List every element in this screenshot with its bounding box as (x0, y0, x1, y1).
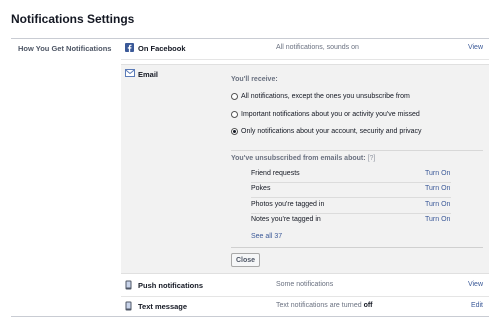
text-message-edit-link[interactable]: Edit (471, 302, 483, 309)
email-option-account-only[interactable]: Only notifications about your account, s… (231, 128, 422, 135)
email-option-all[interactable]: All notifications, except the ones you u… (231, 93, 410, 100)
unsubscribed-item-name: Photos you're tagged in (251, 201, 325, 208)
divider (11, 316, 489, 317)
divider (251, 197, 451, 198)
push-row-title: Push notifications (138, 281, 204, 290)
push-row: Push notifications Some notifications Vi… (121, 276, 489, 296)
facebook-view-link[interactable]: View (468, 44, 483, 51)
text-message-state: off (363, 302, 373, 309)
section-label: How You Get Notifications (18, 44, 112, 53)
facebook-row-summary: All notifications, sounds on (276, 44, 359, 51)
divider (121, 59, 489, 60)
email-panel: Email You'll receive: All notifications,… (121, 64, 489, 274)
divider (231, 247, 483, 248)
text-message-row: Text message Text notifications are turn… (121, 297, 489, 317)
turn-on-link[interactable]: Turn On (425, 201, 450, 208)
mobile-phone-icon (125, 280, 132, 292)
turn-on-link[interactable]: Turn On (425, 185, 450, 192)
email-option-label: Only notifications about your account, s… (241, 128, 422, 135)
unsubscribed-item: Friend requests Turn On (251, 168, 451, 182)
unsubscribed-item-name: Notes you're tagged in (251, 216, 321, 223)
text-message-row-title: Text message (138, 302, 188, 311)
email-option-label: All notifications, except the ones you u… (241, 93, 410, 100)
radio-button[interactable] (231, 111, 238, 118)
facebook-row: On Facebook All notifications, sounds on… (121, 39, 489, 59)
divider (231, 150, 483, 151)
radio-button[interactable] (231, 93, 238, 100)
email-option-important[interactable]: Important notifications about you or act… (231, 111, 420, 118)
turn-on-link[interactable]: Turn On (425, 170, 450, 177)
receive-label: You'll receive: (231, 76, 278, 83)
help-link[interactable]: [?] (368, 155, 376, 162)
push-row-summary: Some notifications (276, 281, 334, 288)
envelope-icon (125, 69, 135, 79)
push-view-link[interactable]: View (468, 281, 483, 288)
unsubscribed-item: Notes you're tagged in Turn On (251, 214, 451, 228)
mobile-phone-icon (125, 301, 132, 313)
facebook-icon (125, 43, 134, 54)
unsubscribed-item: Pokes Turn On (251, 183, 451, 197)
radio-button-selected[interactable] (231, 128, 238, 135)
unsubscribed-item-name: Friend requests (251, 170, 300, 177)
email-row-title: Email (138, 70, 159, 79)
unsubscribed-item-name: Pokes (251, 185, 271, 192)
unsubscribed-label: You've unsubscribed from emails about: [?… (231, 155, 376, 162)
close-button[interactable]: Close (231, 253, 261, 267)
facebook-row-title: On Facebook (138, 44, 186, 53)
see-all-link[interactable]: See all 37 (251, 233, 282, 240)
email-option-label: Important notifications about you or act… (241, 111, 420, 118)
text-message-row-summary: Text notifications are turned off (276, 302, 373, 309)
page-title: Notifications Settings (11, 12, 135, 26)
turn-on-link[interactable]: Turn On (425, 216, 450, 223)
unsubscribed-item: Photos you're tagged in Turn On (251, 199, 451, 213)
